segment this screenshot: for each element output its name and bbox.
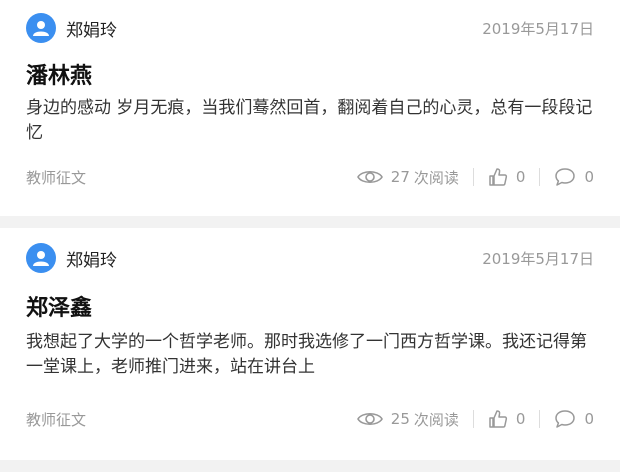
eye-icon xyxy=(356,168,383,186)
comment-button[interactable]: 0 xyxy=(554,167,594,187)
stats-divider xyxy=(472,168,474,186)
like-button[interactable]: 0 xyxy=(488,409,526,429)
post-card[interactable]: 郑娟玲 2019年5月17日 潘林燕 身边的感动 岁月无痕，当我们蓦然回首，翻阅… xyxy=(0,0,620,216)
stats-divider xyxy=(539,168,541,186)
post-footer: 教师征文 27 次阅读 0 0 xyxy=(26,162,594,192)
post-category[interactable]: 教师征文 xyxy=(26,409,86,430)
thumbs-up-icon xyxy=(488,409,508,429)
comment-icon xyxy=(554,167,576,187)
user-avatar-icon xyxy=(26,243,56,273)
views-label: 次阅读 xyxy=(413,410,459,429)
author[interactable]: 郑娟玲 xyxy=(26,243,117,273)
author-name: 郑娟玲 xyxy=(66,20,117,41)
post-header: 郑娟玲 2019年5月17日 xyxy=(26,13,594,43)
post-stats: 25 次阅读 0 0 xyxy=(356,409,594,430)
post-category[interactable]: 教师征文 xyxy=(26,167,86,188)
like-button[interactable]: 0 xyxy=(488,167,526,187)
eye-icon xyxy=(356,410,383,428)
views-count: 27 xyxy=(390,168,410,186)
views-stat: 25 次阅读 xyxy=(356,409,459,430)
comment-icon xyxy=(554,409,576,429)
comment-button[interactable]: 0 xyxy=(554,409,594,429)
thumbs-up-icon xyxy=(488,167,508,187)
stats-divider xyxy=(539,410,541,428)
post-footer: 教师征文 25 次阅读 0 0 xyxy=(26,404,594,434)
post-date: 2019年5月17日 xyxy=(482,249,594,268)
likes-count: 0 xyxy=(515,410,526,428)
card-separator xyxy=(0,216,620,228)
post-date: 2019年5月17日 xyxy=(482,19,594,38)
author[interactable]: 郑娟玲 xyxy=(26,13,117,43)
views-label: 次阅读 xyxy=(413,168,459,187)
author-name: 郑娟玲 xyxy=(66,250,117,271)
post-excerpt[interactable]: 身边的感动 岁月无痕，当我们蓦然回首，翻阅着自己的心灵，总有一段段记忆 xyxy=(26,96,594,146)
views-count: 25 xyxy=(390,410,410,428)
user-avatar-icon xyxy=(26,13,56,43)
comments-count: 0 xyxy=(584,410,594,428)
post-excerpt[interactable]: 我想起了大学的一个哲学老师。那时我选修了一门西方哲学课。我还记得第一堂课上，老师… xyxy=(26,330,594,380)
post-card[interactable]: 郑娟玲 2019年5月17日 郑泽鑫 我想起了大学的一个哲学老师。那时我选修了一… xyxy=(0,228,620,460)
card-separator xyxy=(0,460,620,472)
post-stats: 27 次阅读 0 0 xyxy=(356,167,594,188)
likes-count: 0 xyxy=(515,168,526,186)
stats-divider xyxy=(472,410,474,428)
post-header: 郑娟玲 2019年5月17日 xyxy=(26,243,594,273)
post-title[interactable]: 郑泽鑫 xyxy=(26,290,92,322)
post-title[interactable]: 潘林燕 xyxy=(26,58,92,90)
views-stat: 27 次阅读 xyxy=(356,167,459,188)
comments-count: 0 xyxy=(584,168,594,186)
